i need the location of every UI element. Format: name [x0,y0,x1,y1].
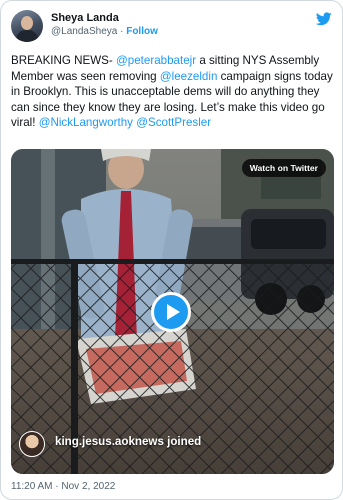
watch-on-twitter-button[interactable]: Watch on Twitter [241,159,326,177]
tweet-text-segment: BREAKING NEWS- [11,54,117,67]
live-joined-notice: king.jesus.aoknews joined [19,431,326,461]
tweet-text: BREAKING NEWS- @peterabbatejr a sitting … [11,53,334,131]
mention-link[interactable]: @leezeldin [160,70,218,83]
separator-dot: · [117,26,127,37]
twitter-bird-icon[interactable] [316,12,332,26]
joined-text: king.jesus.aoknews joined [55,435,202,448]
viewer-avatar [19,431,45,457]
follow-button[interactable]: Follow [126,26,158,37]
author-avatar[interactable] [11,10,43,42]
video-player[interactable]: Watch on Twitter king.jesus.aoknews join… [11,149,334,474]
tweet-timestamp[interactable]: 11:20 AM · Nov 2, 2022 [11,481,115,492]
mention-link[interactable]: @ScottPresler [136,116,211,129]
author-display-name[interactable]: Sheya Landa [51,11,158,25]
author-info: Sheya Landa @LandaSheya · Follow [51,11,158,39]
author-handle[interactable]: @LandaSheya [51,26,117,37]
tweet-embed-card: Sheya Landa @LandaSheya · Follow BREAKIN… [0,0,343,500]
play-icon[interactable] [151,292,191,332]
tweet-header: Sheya Landa @LandaSheya · Follow [11,10,332,44]
mention-link[interactable]: @peterabbatejr [116,54,196,67]
mention-link[interactable]: @NickLangworthy [39,116,133,129]
